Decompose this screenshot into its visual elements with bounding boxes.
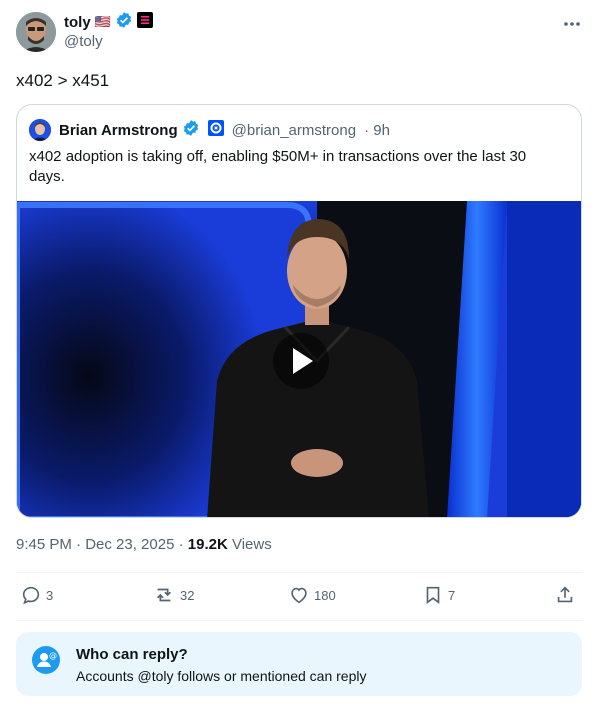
verified-badge-icon xyxy=(182,119,200,142)
post-timestamp[interactable]: 9:45 PM · Dec 23, 2025 · xyxy=(16,536,188,553)
quoted-author-handle[interactable]: @brian_armstrong xyxy=(232,122,356,139)
quoted-post[interactable]: Brian Armstrong @brian_armstrong · 9h x4… xyxy=(16,104,582,518)
author-handle[interactable]: @toly xyxy=(64,32,153,52)
quoted-post-text: x402 adoption is taking off, enabling $5… xyxy=(29,148,527,185)
author-display-name[interactable]: toly xyxy=(64,14,91,31)
play-button[interactable] xyxy=(273,333,329,389)
repost-icon xyxy=(156,588,172,602)
reply-restriction-notice: @ Who can reply? Accounts @toly follows … xyxy=(16,632,582,696)
action-bar: 3 32 180 7 xyxy=(16,584,582,612)
views-label: Views xyxy=(231,536,272,553)
post-metadata: 9:45 PM · Dec 23, 2025 · 19.2K Views xyxy=(16,536,272,553)
quoted-author-name[interactable]: Brian Armstrong xyxy=(59,122,178,139)
reply-notice-text: Accounts @toly follows or mentioned can … xyxy=(76,668,367,684)
repost-count: 32 xyxy=(180,587,195,603)
reply-notice-title: Who can reply? xyxy=(76,646,188,663)
like-button[interactable]: 180 xyxy=(288,584,336,606)
quoted-post-time[interactable]: · 9h xyxy=(364,122,390,139)
author-name-row: toly 🇺🇸 xyxy=(64,11,153,34)
divider xyxy=(16,572,582,573)
share-icon xyxy=(557,586,573,603)
verified-badge-icon xyxy=(115,11,133,34)
quoted-author-avatar[interactable] xyxy=(29,119,51,141)
divider xyxy=(16,620,582,621)
bookmark-button[interactable]: 7 xyxy=(422,584,455,606)
views-count: 19.2K xyxy=(187,536,228,553)
svg-text:@: @ xyxy=(49,651,57,660)
author-block: toly 🇺🇸 @toly xyxy=(64,11,153,52)
share-button[interactable] xyxy=(554,584,576,606)
reply-icon xyxy=(22,586,40,605)
affiliate-badge-icon[interactable] xyxy=(136,11,153,33)
like-count: 180 xyxy=(314,587,336,603)
mention-user-icon: @ xyxy=(32,646,60,674)
author-avatar[interactable] xyxy=(16,12,56,52)
us-flag-icon: 🇺🇸 xyxy=(94,14,111,29)
repost-button[interactable]: 32 xyxy=(152,584,194,606)
reply-count: 3 xyxy=(46,587,54,603)
avatar-image xyxy=(16,12,56,52)
bookmark-count: 7 xyxy=(448,587,456,603)
heart-icon xyxy=(291,587,307,604)
more-options-icon[interactable] xyxy=(562,14,582,39)
reply-button[interactable]: 3 xyxy=(20,584,53,606)
coinbase-affiliate-icon[interactable] xyxy=(207,119,224,141)
post-text: x402 > x451 xyxy=(16,71,110,90)
video-player[interactable] xyxy=(17,201,581,517)
quoted-post-header: Brian Armstrong @brian_armstrong · 9h xyxy=(29,119,390,141)
play-icon xyxy=(293,348,313,374)
bookmark-icon xyxy=(426,586,440,604)
